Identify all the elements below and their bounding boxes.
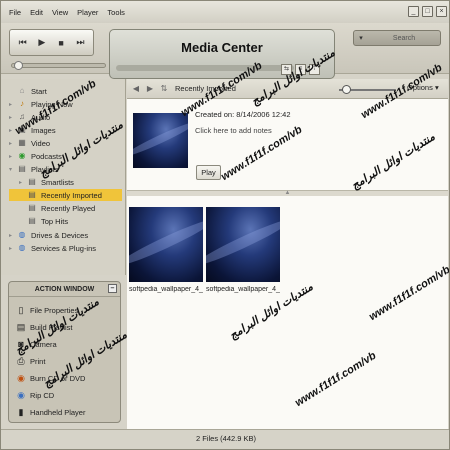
forward-icon[interactable]: ▶ [145,84,155,94]
sidebar-item-podcasts[interactable]: ▸ ◉ Podcasts [9,150,62,162]
equalizer-icon[interactable]: ⁞ [309,64,320,75]
maximize-button[interactable]: □ [422,6,433,17]
playlists-icon: ▤ [18,164,26,173]
menu-bar: File Edit View Player Tools _ □ × [1,1,449,23]
library-tree: ⌂ Start ▸ ♪ Playing Now ▸ ♫ Audio ▸ ▣ Images ▸ ▦… [1,79,126,275]
file-thumbnail[interactable] [206,207,280,282]
action-handheld-player[interactable]: ▮ Handheld Player [16,406,86,418]
details-panel: Created on: 8/14/2006 12:42 Click here t… [127,99,448,191]
chevron-down-icon: ▾ [434,83,439,92]
file-tile[interactable]: softpedia_wallpaper_4_1... [129,207,203,293]
repeat-icon[interactable]: ≡ [295,64,306,75]
menu-file[interactable]: File [9,8,21,17]
player-bar: ⏮ ▶ ■ ⏭ Media Center ⇆ ≡ ⁞ ▾ Search ♫ ◙ … [1,23,449,92]
collapse-icon[interactable]: – [108,284,117,293]
seek-bar[interactable] [116,65,294,71]
pane-toolbar: ◀ ▶ ⇅ Recently Imported Options ▾ [127,79,448,99]
window-controls: _ □ × [408,6,447,17]
options-label: Options [407,83,433,92]
sidebar-item-recently-played[interactable]: ▤ Recently Played [27,202,95,214]
video-icon: ▦ [18,138,26,147]
camera-icon: ◙ [18,339,24,349]
status-bar: 2 Files (442.9 KB) [1,429,449,449]
selected-thumbnail [133,113,188,168]
now-playing-display: Media Center ⇆ ≡ ⁞ [109,29,335,79]
player-title: Media Center [181,40,263,55]
breadcrumb: Recently Imported [175,84,236,93]
action-rip-cd[interactable]: ◉ Rip CD [16,389,54,401]
sidebar-item-audio[interactable]: ▸ ♫ Audio [9,111,50,123]
file-thumbnail[interactable] [129,207,203,282]
minimize-button[interactable]: _ [408,6,419,17]
play-icon[interactable]: ▶ [34,33,49,52]
images-icon: ▣ [18,125,26,134]
action-burn-disc[interactable]: ◉ Burn CD or DVD [16,372,85,384]
handheld-player-icon: ▮ [18,407,24,417]
playing-now-icon: ♪ [20,99,24,108]
volume-slider-thumb[interactable] [14,61,23,70]
top-hits-icon: ▤ [28,216,36,225]
stop-icon[interactable]: ■ [54,33,69,52]
file-tile[interactable]: softpedia_wallpaper_4_1... [206,207,280,293]
sidebar-item-playing-now[interactable]: ▸ ♪ Playing Now [9,98,73,110]
action-print[interactable]: ⎙ Print [16,355,45,367]
menu-view[interactable]: View [52,8,68,17]
file-properties-icon: ▯ [18,305,24,315]
close-button[interactable]: × [436,6,447,17]
sidebar-item-drives-devices[interactable]: ▸ ◍ Drives & Devices [9,229,88,241]
action-build-playlist[interactable]: ▤ Build Playlist [16,321,73,333]
search-dropdown-icon[interactable]: ▾ [354,34,368,42]
action-camera[interactable]: ◙ Camera [16,338,56,350]
build-playlist-icon: ▤ [16,322,26,332]
home-icon: ⌂ [19,86,25,95]
sidebar-item-recently-imported[interactable]: ▤ Recently Imported [9,189,122,201]
options-menu[interactable]: Options ▾ [407,83,439,92]
media-center-window: File Edit View Player Tools _ □ × ⏮ ▶ ■ … [0,0,450,450]
action-window-title: ACTION WINDOW [34,285,95,293]
sidebar-item-top-hits[interactable]: ▤ Top Hits [27,215,68,227]
action-window: ACTION WINDOW – ▯ File Properties ▤ Build … [8,281,121,423]
drives-icon: ◍ [18,230,26,239]
thumbnail-size-slider[interactable] [339,85,395,94]
print-icon: ⎙ [17,356,25,366]
sidebar-item-video[interactable]: ▸ ▦ Video [9,137,50,149]
play-button[interactable]: Play [196,165,221,180]
sidebar-item-images[interactable]: ▸ ▣ Images [9,124,56,136]
recently-imported-icon: ▤ [28,190,36,199]
action-file-properties[interactable]: ▯ File Properties [16,304,79,316]
sidebar-item-services-plugins[interactable]: ▸ ◍ Services & Plug-ins [9,242,96,254]
podcasts-icon: ◉ [18,151,26,160]
search-placeholder[interactable]: Search [368,35,440,42]
sync-icon[interactable]: ⇅ [159,84,169,94]
menu-edit[interactable]: Edit [30,8,43,17]
recently-played-icon: ▤ [28,203,36,212]
smartlists-icon: ▤ [28,177,36,186]
file-name: softpedia_wallpaper_4_1... [206,286,280,293]
next-icon[interactable]: ⏭ [73,33,88,52]
action-window-header: ACTION WINDOW – [9,282,120,297]
content-pane: ◀ ▶ ⇅ Recently Imported Options ▾ Create… [127,79,448,429]
file-name: softpedia_wallpaper_4_1... [129,286,203,293]
sidebar-item-smartlists[interactable]: ▸ ▤ Smartlists [19,176,74,188]
transport-controls: ⏮ ▶ ■ ⏭ [9,29,94,56]
audio-icon: ♫ [19,112,25,121]
thumbnail-size-thumb[interactable] [342,85,351,94]
shuffle-icon[interactable]: ⇆ [281,64,292,75]
back-icon[interactable]: ◀ [131,84,141,94]
rip-cd-icon: ◉ [17,390,25,400]
menu-player[interactable]: Player [77,8,98,17]
search-box[interactable]: ▾ Search [353,30,441,46]
sidebar-item-playlists[interactable]: ▾ ▤ Playlists [9,163,59,175]
created-date: Created on: 8/14/2006 12:42 [195,110,291,119]
file-grid: softpedia_wallpaper_4_1... softpedia_wal… [127,196,448,429]
sidebar-item-start[interactable]: ⌂ Start [9,85,47,97]
volume-slider[interactable] [11,61,106,70]
plugins-icon: ◍ [18,243,26,252]
menu-tools[interactable]: Tools [107,8,125,17]
previous-icon[interactable]: ⏮ [15,33,30,52]
add-notes-link[interactable]: Click here to add notes [195,126,272,135]
burn-disc-icon: ◉ [17,373,25,383]
